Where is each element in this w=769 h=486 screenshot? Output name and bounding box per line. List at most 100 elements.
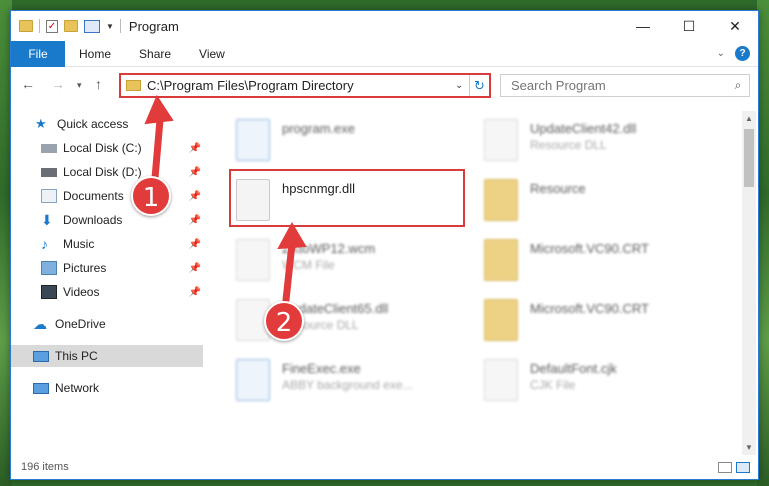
sidebar-item-label: Documents bbox=[63, 189, 124, 203]
sidebar-item-music[interactable]: ♪ Music 📌 bbox=[11, 233, 203, 255]
sidebar-item-label: Pictures bbox=[63, 261, 107, 275]
pin-icon[interactable]: 📌 bbox=[189, 287, 201, 298]
maximize-button[interactable]: ☐ bbox=[666, 11, 712, 41]
refresh-icon[interactable]: ↻ bbox=[469, 75, 489, 96]
folder-icon bbox=[126, 80, 141, 91]
address-path[interactable]: C:\Program Files\Program Directory bbox=[147, 78, 455, 93]
folder-item[interactable]: Resource bbox=[478, 175, 708, 231]
pin-icon[interactable]: 📌 bbox=[189, 191, 201, 202]
application-icon bbox=[236, 119, 270, 161]
tab-home[interactable]: Home bbox=[65, 47, 125, 61]
sidebar-item-label: Music bbox=[63, 237, 95, 251]
close-button[interactable]: ✕ bbox=[712, 11, 758, 41]
recent-locations-icon[interactable]: ▾ bbox=[77, 80, 82, 91]
file-name: DefaultFont.cjk bbox=[530, 361, 617, 376]
search-input[interactable] bbox=[501, 75, 727, 96]
file-description: WCM File bbox=[282, 258, 335, 272]
window-title: Program bbox=[128, 18, 179, 34]
forward-arrow-icon[interactable]: → bbox=[51, 76, 65, 92]
file-name: program.exe bbox=[282, 121, 355, 136]
pictures-icon bbox=[41, 261, 57, 275]
ribbon-controls: ⌄ ? bbox=[717, 46, 750, 61]
file-icon bbox=[484, 359, 518, 401]
toolbar-dropdown-icon[interactable]: ▼ bbox=[106, 22, 114, 31]
sidebar-item-documents[interactable]: Documents 📌 bbox=[11, 185, 203, 207]
pin-icon[interactable]: 📌 bbox=[189, 239, 201, 250]
sidebar-item-label: Downloads bbox=[63, 213, 123, 227]
sidebar-item-local-disk-c[interactable]: Local Disk (C:) 📌 bbox=[11, 137, 203, 159]
sidebar-item-label: This PC bbox=[55, 349, 98, 363]
new-folder-icon[interactable] bbox=[64, 20, 78, 32]
computer-icon bbox=[33, 350, 49, 362]
search-icon[interactable]: ⌕ bbox=[727, 78, 749, 93]
file-name: Resource bbox=[530, 181, 586, 196]
sidebar-item-label: Quick access bbox=[57, 117, 129, 131]
drive-icon bbox=[41, 143, 57, 153]
tab-view[interactable]: View bbox=[185, 47, 239, 61]
documents-icon bbox=[41, 189, 57, 203]
chevron-down-icon[interactable]: ⌄ bbox=[455, 80, 469, 91]
address-bar[interactable]: C:\Program Files\Program Directory ⌄ ↻ bbox=[119, 73, 491, 98]
details-view-icon[interactable] bbox=[718, 461, 732, 473]
search-box[interactable]: ⌕ bbox=[500, 74, 750, 97]
status-bar: 196 items bbox=[11, 455, 758, 479]
file-name: Microsoft.VC90.CRT bbox=[530, 301, 649, 316]
music-icon: ♪ bbox=[41, 236, 48, 252]
vertical-scrollbar[interactable]: ▲ ▼ bbox=[742, 111, 756, 455]
highlight-box bbox=[229, 169, 465, 227]
ribbon-tabs: File Home Share View ⌄ ? bbox=[11, 40, 758, 67]
minimize-button[interactable]: — bbox=[620, 11, 666, 41]
step-1-badge: 1 bbox=[131, 176, 171, 216]
up-arrow-icon[interactable]: ↑ bbox=[95, 76, 102, 92]
sidebar-item-quick-access[interactable]: ★ Quick access bbox=[11, 113, 203, 135]
file-item[interactable]: program.exe bbox=[230, 115, 460, 171]
sidebar-item-onedrive[interactable]: ☁ OneDrive bbox=[11, 313, 203, 335]
toolbar-divider bbox=[39, 19, 40, 33]
sidebar-item-label: Videos bbox=[63, 285, 100, 299]
scrollbar-thumb[interactable] bbox=[744, 129, 754, 187]
sidebar-item-pictures[interactable]: Pictures 📌 bbox=[11, 257, 203, 279]
tab-share[interactable]: Share bbox=[125, 47, 185, 61]
file-icon bbox=[236, 239, 270, 281]
window-controls: — ☐ ✕ bbox=[620, 11, 758, 41]
pin-icon[interactable]: 📌 bbox=[189, 143, 201, 154]
cloud-icon: ☁ bbox=[33, 316, 47, 332]
pin-icon[interactable]: 📌 bbox=[189, 215, 201, 226]
quick-access-toolbar: ✓ ▼ bbox=[19, 19, 121, 33]
folder-item[interactable]: Microsoft.VC90.CRT bbox=[478, 235, 708, 291]
network-icon bbox=[33, 382, 49, 394]
back-arrow-icon[interactable]: ← bbox=[21, 76, 35, 92]
videos-icon bbox=[41, 285, 57, 299]
file-name: FineExec.exe bbox=[282, 361, 361, 376]
folder-icon bbox=[484, 299, 518, 341]
sidebar-item-network[interactable]: Network bbox=[11, 377, 203, 399]
sidebar-item-videos[interactable]: Videos 📌 bbox=[11, 281, 203, 303]
file-description: CJK File bbox=[530, 378, 576, 392]
pin-icon[interactable]: 📌 bbox=[189, 167, 201, 178]
application-icon bbox=[236, 359, 270, 401]
download-icon: ⬇ bbox=[41, 212, 53, 228]
help-icon[interactable]: ? bbox=[735, 46, 750, 61]
tab-file[interactable]: File bbox=[11, 40, 65, 67]
title-bar: ✓ ▼ Program — ☐ ✕ bbox=[11, 11, 758, 41]
navigation-bar: ← → ▾ ↑ C:\Program Files\Program Directo… bbox=[11, 68, 758, 102]
drive-icon bbox=[41, 167, 57, 177]
file-item[interactable]: ZXtoWP12.wcm WCM File bbox=[230, 235, 460, 291]
file-item[interactable]: DefaultFont.cjk CJK File bbox=[478, 355, 708, 411]
sidebar-item-downloads[interactable]: ⬇ Downloads 📌 bbox=[11, 209, 203, 231]
expand-ribbon-icon[interactable]: ⌄ bbox=[717, 48, 725, 59]
file-item[interactable]: FineExec.exe ABBY background exe... bbox=[230, 355, 460, 411]
scroll-down-icon[interactable]: ▼ bbox=[742, 443, 756, 452]
pin-icon[interactable]: 📌 bbox=[189, 263, 201, 274]
scroll-up-icon[interactable]: ▲ bbox=[742, 114, 756, 123]
file-explorer-window: ✓ ▼ Program — ☐ ✕ File Home Share View ⌄… bbox=[10, 10, 759, 480]
folder-item[interactable]: Microsoft.VC90.CRT bbox=[478, 295, 708, 351]
customize-toolbar-icon[interactable] bbox=[84, 19, 100, 33]
properties-check-icon[interactable]: ✓ bbox=[46, 19, 58, 33]
sidebar-item-this-pc[interactable]: This PC bbox=[11, 345, 203, 367]
file-name: Microsoft.VC90.CRT bbox=[530, 241, 649, 256]
sidebar-item-label: OneDrive bbox=[55, 317, 106, 331]
file-item[interactable]: UpdateClient42.dll Resource DLL bbox=[478, 115, 708, 171]
large-icons-view-icon[interactable] bbox=[736, 461, 750, 473]
sidebar-item-local-disk-d[interactable]: Local Disk (D:) 📌 bbox=[11, 161, 203, 183]
